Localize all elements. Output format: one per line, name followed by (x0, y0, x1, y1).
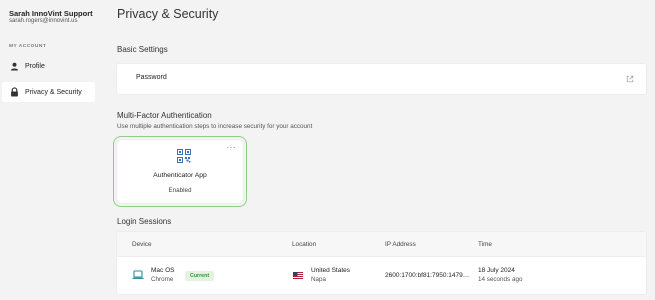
session-date: 18 July 2024 (478, 267, 515, 274)
mfa-heading: Multi-Factor Authentication (117, 111, 212, 120)
sidebar-item-label: Privacy & Security (25, 88, 82, 96)
main-content: Privacy & Security Basic Settings Passwo… (107, 0, 655, 300)
column-header-device: Device (132, 241, 152, 248)
authenticator-status: Enabled (168, 187, 192, 194)
qr-code-icon (177, 149, 191, 163)
authenticator-app-card[interactable]: ··· Authenticator App Enabled (113, 136, 247, 207)
table-header: Device Location IP Address Time (117, 232, 646, 257)
column-header-ip: IP Address (385, 241, 416, 248)
sidebar-section-label: MY ACCOUNT (9, 44, 47, 49)
authenticator-card-body: ··· Authenticator App Enabled (117, 140, 243, 203)
us-flag-icon (293, 272, 303, 279)
location-country: United States (311, 267, 351, 274)
ip-address: 2600:1700:bf81:7950:1479… (385, 272, 470, 279)
column-header-location: Location (292, 241, 317, 248)
device-os: Mac OS (151, 267, 175, 274)
basic-settings-heading: Basic Settings (117, 45, 168, 54)
page-title: Privacy & Security (117, 7, 219, 21)
more-options-icon[interactable]: ··· (227, 143, 237, 152)
laptop-icon (132, 270, 144, 279)
password-label: Password (136, 74, 167, 81)
lock-icon (9, 87, 19, 97)
status-badge: Current (185, 271, 215, 281)
mfa-subtitle: Use multiple authentication steps to inc… (117, 123, 313, 130)
authenticator-title: Authenticator App (153, 172, 207, 179)
user-email: sarah.rogers@innovint.us (9, 18, 78, 24)
sidebar-item-label: Profile (25, 62, 45, 70)
column-header-time: Time (478, 241, 492, 248)
sidebar: Sarah InnoVint Support sarah.rogers@inno… (0, 0, 107, 300)
user-name: Sarah InnoVint Support (9, 9, 93, 18)
location-city: Napa (311, 276, 327, 283)
login-sessions-heading: Login Sessions (117, 217, 172, 226)
external-link-icon[interactable] (626, 75, 634, 83)
device-browser: Chrome (151, 276, 174, 283)
session-time-ago: 14 seconds ago (478, 276, 523, 283)
sidebar-item-privacy-security[interactable]: Privacy & Security (2, 82, 95, 102)
login-sessions-table: Device Location IP Address Time Mac OS C… (117, 232, 646, 294)
person-icon (9, 61, 19, 71)
password-row[interactable]: Password (117, 64, 646, 94)
sidebar-item-profile[interactable]: Profile (2, 56, 95, 76)
table-row: Mac OS Chrome Current United States Napa… (117, 258, 646, 294)
